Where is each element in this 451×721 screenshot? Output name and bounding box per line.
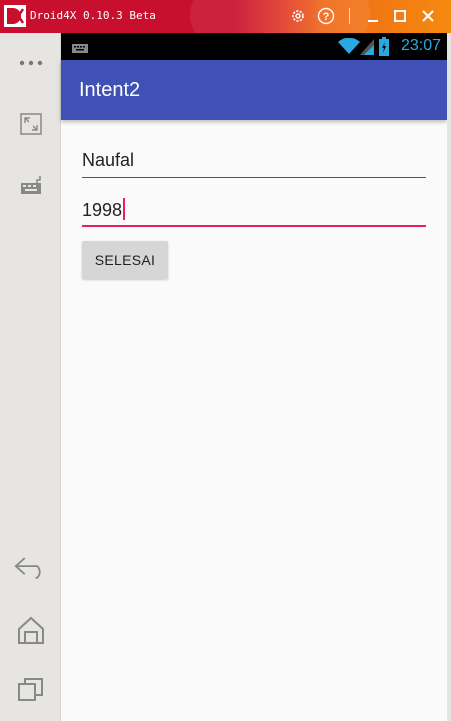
title-bar-separator bbox=[349, 8, 350, 24]
name-field[interactable]: Naufal bbox=[82, 150, 426, 178]
status-clock: 23:07 bbox=[400, 37, 441, 54]
maximize-icon[interactable] bbox=[389, 5, 411, 27]
year-field[interactable]: 1998 bbox=[82, 198, 426, 227]
name-field-value: Naufal bbox=[82, 150, 135, 170]
signal-icon bbox=[360, 39, 374, 60]
window-title: Droid4X 0.10.3 Beta bbox=[30, 9, 156, 22]
minimize-icon[interactable] bbox=[362, 5, 384, 27]
home-icon[interactable] bbox=[14, 613, 48, 647]
emulator-title-bar: Droid4X 0.10.3 Beta ? bbox=[0, 0, 451, 33]
droid4x-logo-icon bbox=[4, 5, 26, 27]
emulator-sidebar bbox=[0, 33, 61, 721]
selesai-button[interactable]: SELESAI bbox=[82, 241, 168, 279]
keyboard-icon[interactable] bbox=[14, 168, 48, 202]
battery-icon bbox=[379, 37, 389, 61]
title-bar-decoration bbox=[190, 0, 370, 33]
app-bar: Intent2 bbox=[61, 60, 447, 120]
year-field-underline bbox=[82, 225, 426, 227]
fullscreen-icon[interactable] bbox=[14, 107, 48, 141]
help-icon[interactable]: ? bbox=[315, 5, 337, 27]
name-field-underline bbox=[82, 177, 426, 178]
settings-icon[interactable] bbox=[287, 5, 309, 27]
keyboard-notification-icon bbox=[72, 41, 88, 59]
back-icon[interactable] bbox=[14, 550, 48, 584]
android-screen: 23:07 Intent2 Naufal 1998 SELESAI bbox=[61, 33, 447, 721]
emulator-right-frame bbox=[447, 33, 451, 721]
recent-apps-icon[interactable] bbox=[14, 673, 48, 707]
text-cursor bbox=[123, 198, 126, 220]
wifi-icon bbox=[338, 37, 360, 60]
year-field-value: 1998 bbox=[82, 200, 123, 220]
status-bar: 23:07 bbox=[61, 33, 447, 60]
close-icon[interactable] bbox=[417, 5, 439, 27]
app-title: Intent2 bbox=[79, 79, 141, 101]
more-icon[interactable] bbox=[14, 46, 48, 80]
svg-text:?: ? bbox=[323, 11, 330, 23]
